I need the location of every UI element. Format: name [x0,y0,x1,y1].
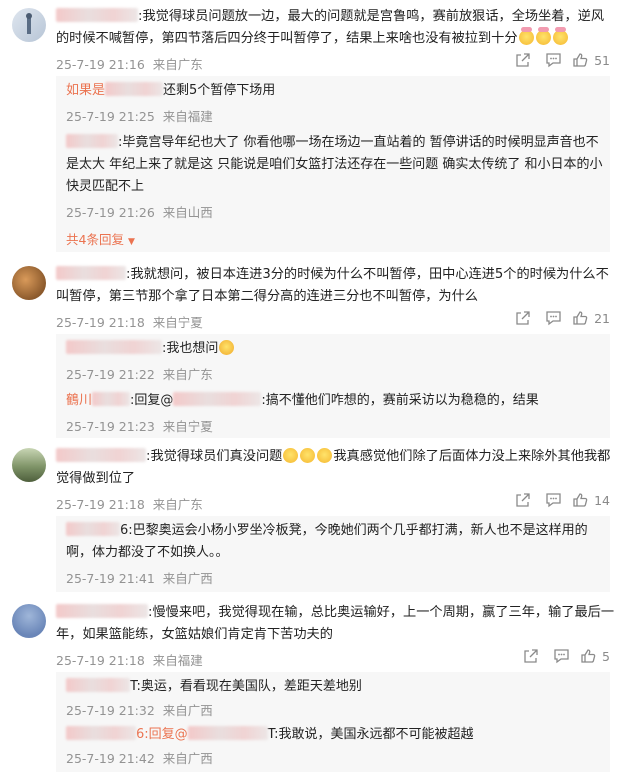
like-count: 51 [594,52,610,68]
reply-username[interactable] [66,522,120,536]
comment-meta: 25-7-19 21:18 来自广东 [56,497,203,512]
reply-meta: 25-7-19 21:25 来自福建 [66,109,213,124]
avatar[interactable] [12,448,46,482]
reply-meta: 25-7-19 21:42 来自广西 [66,751,213,766]
share-icon[interactable] [516,648,546,664]
like-count: 5 [602,648,610,664]
comment-actions: 5 [516,648,610,664]
comment-meta: 25-7-19 21:18 来自宁夏 [56,315,203,330]
comment-text: :我觉得球员们真没问题 我真感觉他们除了后面体力没上来除外其他我都觉得做到位了 [56,448,611,486]
emoji-icon [283,448,299,463]
thinking-emoji-icon [219,340,235,355]
like-count: 21 [594,310,610,326]
like-button[interactable]: 5 [580,648,610,664]
avatar[interactable] [12,266,46,300]
reply: 6:巴黎奥运会小杨小罗坐冷板凳，今晚她们两个几乎都打满，新人也不是这样用的啊，体… [66,522,588,560]
reply-username[interactable] [66,726,136,740]
comment-meta: 25-7-19 21:18 来自福建 [56,653,203,668]
share-icon[interactable] [508,310,538,326]
comment-text: :我就想问，被日本连进3分的时候为什么不叫暂停，田中心连进5个的时候为什么不叫暂… [56,266,609,304]
like-button[interactable]: 14 [572,492,610,508]
reply-meta: 25-7-19 21:32 来自广西 [66,703,213,718]
reply-box: 6:巴黎奥运会小杨小罗坐冷板凳，今晚她们两个几乎都打满，新人也不是这样用的啊，体… [56,516,610,592]
like-count: 14 [594,492,610,508]
reply-box: 如果是 还剩5个暂停下场用 25-7-19 21:25 来自福建 :毕竟宫导年纪也… [56,76,610,252]
username[interactable] [56,266,126,280]
reply: :我也想问 [66,338,606,360]
reply: 鶴川:回复@:搞不懂他们咋想的，赛前采访以为稳稳的，结果 [66,392,539,408]
reply: :毕竟宫导年纪也大了 你看他哪一场在场边一直站着的 暂停讲话的时候明显声音也不是… [66,134,603,194]
reply-meta: 25-7-19 21:41 来自广西 [66,571,213,586]
username[interactable] [56,448,146,462]
emoji-icon [552,27,568,45]
comment-actions: 21 [508,310,610,326]
emoji-icon [317,448,333,463]
reply: T:奥运，看看现在美国队，差距天差地别 [66,676,606,698]
chevron-down-icon: ▼ [127,237,135,247]
reply-username[interactable] [66,134,118,148]
reply-username[interactable] [66,678,130,692]
reply-meta: 25-7-19 21:23 来自宁夏 [66,419,213,434]
comment-actions: 51 [508,52,610,68]
comment-icon[interactable] [546,648,576,664]
reply: 如果是 还剩5个暂停下场用 [66,82,276,98]
reply-username[interactable]: 鶴川 [66,393,92,408]
share-icon[interactable] [508,52,538,68]
share-icon[interactable] [508,492,538,508]
comment-actions: 14 [508,492,610,508]
comment-text: :慢慢来吧，我觉得现在输，总比奥运输好，上一个周期，赢了三年，输了最后一年，如果… [56,604,615,642]
reply-box: :我也想问 25-7-19 21:22 来自广东 鶴川:回复@:搞不懂他们咋想的… [56,334,610,438]
comment-icon[interactable] [538,52,568,68]
reply-username[interactable] [66,340,162,354]
reply-meta: 25-7-19 21:22 来自广东 [66,367,213,382]
comment-icon[interactable] [538,492,568,508]
like-button[interactable]: 21 [572,310,610,326]
avatar[interactable] [12,604,46,638]
username[interactable] [56,604,148,618]
reply-username[interactable]: 如果是 [66,83,105,98]
avatar[interactable] [12,8,46,42]
emoji-icon [300,448,316,463]
comment-text: :我觉得球员问题放一边，最大的问题就是宫鲁鸣，赛前放狠话，全场坐着，逆风的时候不… [56,8,605,46]
emoji-icon [535,27,551,45]
like-button[interactable]: 51 [572,52,610,68]
comment-icon[interactable] [538,310,568,326]
emoji-icon [518,27,534,45]
reply: 6:回复@ T:我敢说，美国永远都不可能被超越 [66,724,606,746]
username[interactable] [56,8,138,22]
more-replies-link[interactable]: 共4条回复 ▼ [66,229,135,248]
reply-box: T:奥运，看看现在美国队，差距天差地别 25-7-19 21:32 来自广西 6… [56,672,610,772]
reply-meta: 25-7-19 21:26 来自山西 [66,205,213,220]
comment-meta: 25-7-19 21:16 来自广东 [56,57,203,72]
